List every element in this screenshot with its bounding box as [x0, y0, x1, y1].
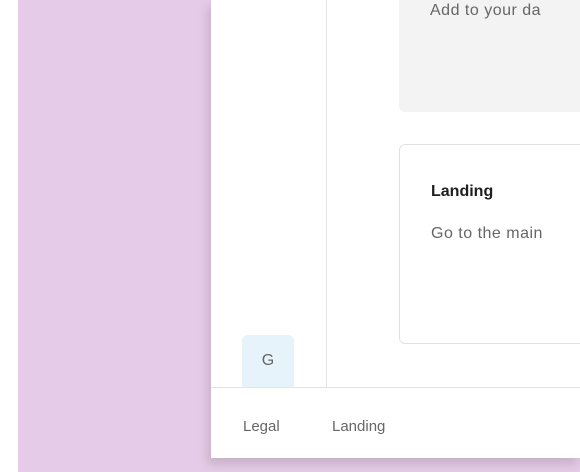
card-title: Landing [431, 183, 494, 200]
footer: Legal Landing [211, 387, 580, 458]
card-description: Add to your da [430, 2, 542, 19]
footer-link-legal[interactable]: Legal [243, 418, 280, 435]
dashboard-card[interactable]: Add to your da [399, 0, 580, 112]
sidebar: G [211, 0, 327, 387]
app-window: G Add to your da Landing Go to the main … [211, 0, 580, 458]
footer-link-landing[interactable]: Landing [332, 418, 385, 435]
landing-card[interactable]: Landing Go to the main [399, 144, 580, 344]
avatar-button[interactable]: G [242, 335, 294, 387]
avatar-letter: G [261, 352, 275, 369]
card-description: Go to the main [431, 225, 543, 242]
background-edge [0, 0, 18, 472]
